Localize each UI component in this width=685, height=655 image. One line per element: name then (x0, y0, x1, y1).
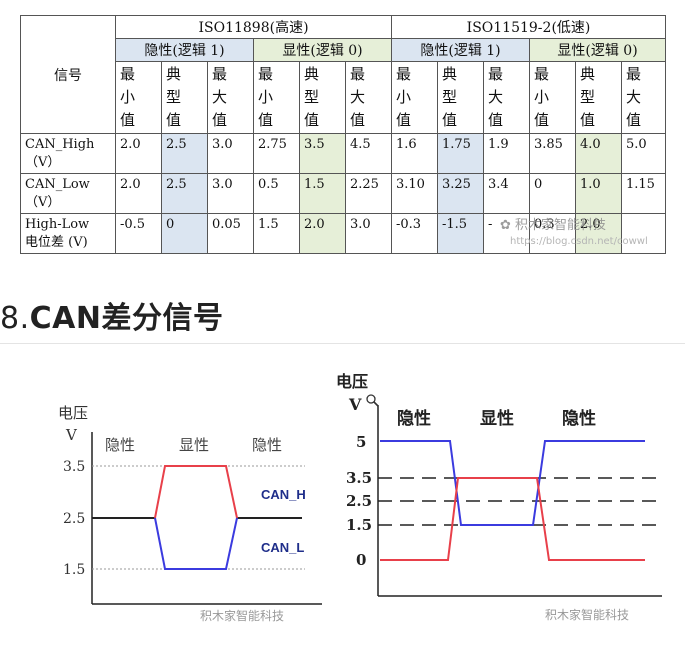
blue-trace (380, 440, 645, 526)
red-trace (380, 477, 645, 561)
state-label-recessive: 隐性 (397, 408, 431, 429)
tick-label-2-5: 2.5 (346, 492, 372, 510)
right-diagram-watermark: 积木家智能科技 (545, 607, 629, 622)
tick-label-1-5: 1.5 (346, 516, 372, 534)
state-label-dominant: 显性 (480, 408, 514, 429)
tick-label-0: 0 (356, 551, 366, 569)
y-unit-label: 电压 (336, 372, 368, 391)
tick-label-5: 5 (356, 433, 366, 451)
right-can-waveform-diagram: 电压 V 隐性 显性 隐性 5 3.5 2.5 1.5 0 积木家智能科技 (336, 372, 662, 622)
tick-label-3-5: 3.5 (346, 469, 372, 487)
y-unit-symbol: V (348, 395, 362, 414)
state-label-recessive: 隐性 (562, 408, 596, 429)
zoom-in-icon[interactable] (366, 394, 379, 407)
